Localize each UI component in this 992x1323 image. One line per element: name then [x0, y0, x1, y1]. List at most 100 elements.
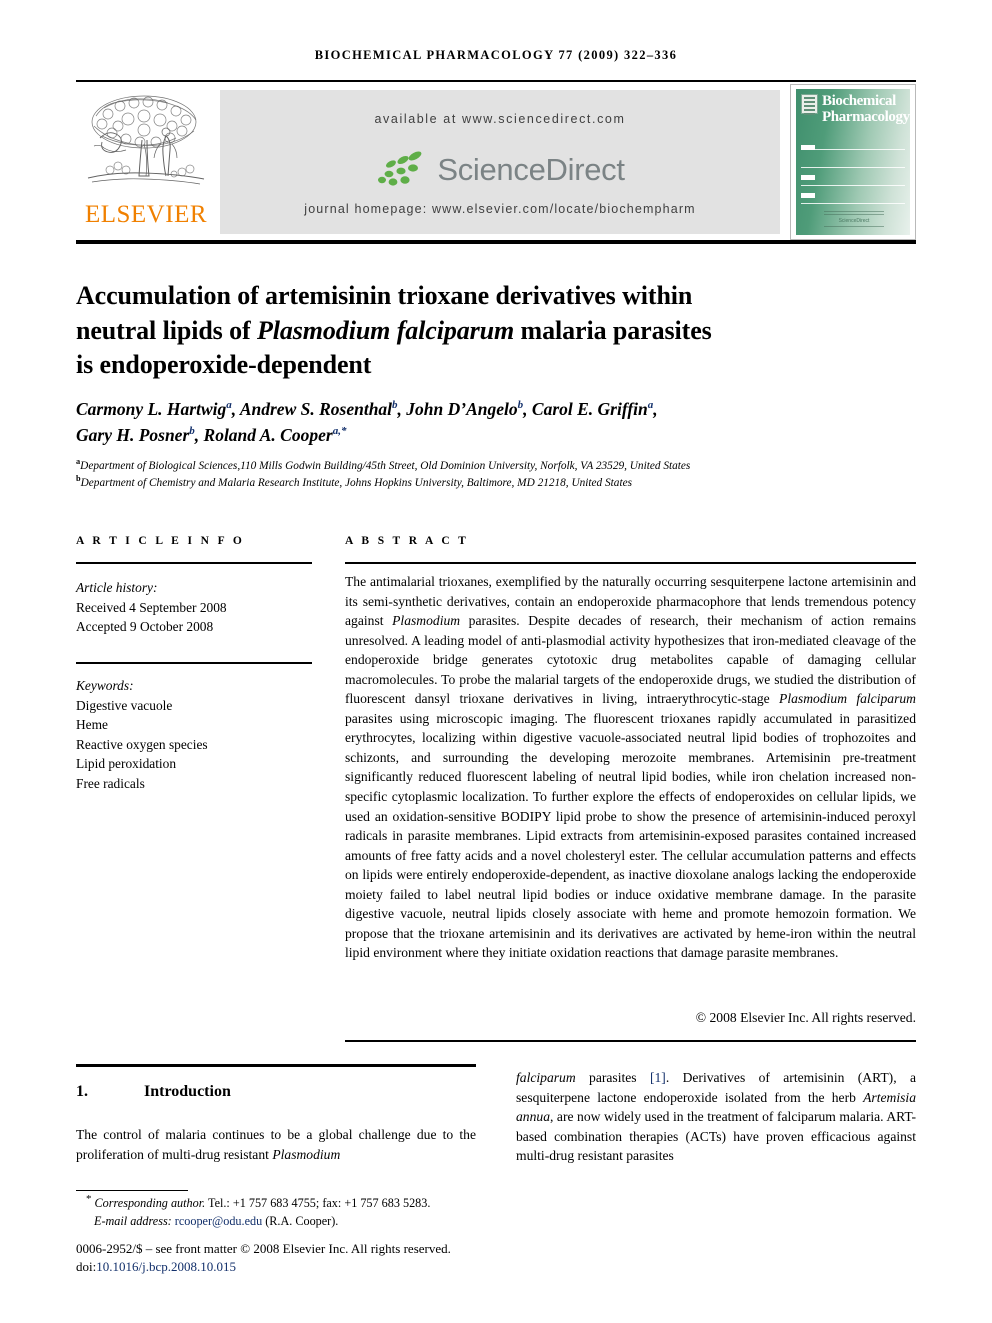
keywords-block: Keywords: Digestive vacuole Heme Reactiv…	[76, 676, 316, 794]
affiliation-item: bDepartment of Chemistry and Malaria Res…	[76, 474, 916, 492]
author-item: Carol E. Griffina,	[532, 399, 658, 419]
front-matter-block: 0006-2952/$ – see front matter © 2008 El…	[76, 1240, 536, 1276]
article-history-block: Article history: Received 4 September 20…	[76, 578, 316, 637]
footnote-rule	[76, 1190, 188, 1191]
footnote-star: *	[86, 1192, 92, 1205]
corresponding-author-contact: Tel.: +1 757 683 4755; fax: +1 757 683 5…	[205, 1196, 431, 1210]
elsevier-tree-icon	[87, 95, 205, 185]
affiliation-text: Department of Biological Sciences,110 Mi…	[80, 460, 691, 472]
article-history-label: Article history:	[76, 580, 158, 595]
author-name: Carol E. Griffin	[531, 399, 648, 419]
author-list: Carmony L. Hartwiga, Andrew S. Rosenthal…	[76, 396, 906, 448]
sciencedirect-wordmark: ScienceDirect	[437, 152, 625, 188]
copyright-line: © 2008 Elsevier Inc. All rights reserved…	[695, 1010, 916, 1025]
author-item: John D’Angelob,	[406, 399, 532, 419]
cover-rule-1	[801, 149, 905, 150]
affiliation-item: aDepartment of Biological Sciences,110 M…	[76, 458, 916, 475]
journal-masthead: ELSEVIER available at www.sciencedirect.…	[76, 84, 916, 240]
cover-rule-4	[801, 203, 905, 204]
author-name: Carmony L. Hartwig	[76, 399, 227, 419]
page-title: Accumulation of artemisinin trioxane der…	[76, 279, 876, 383]
author-affil-mark[interactable]: a,*	[333, 425, 347, 437]
issn-frontmatter: 0006-2952/$ – see front matter © 2008 El…	[76, 1241, 451, 1256]
journal-cover-thumbnail: Biochemical Pharmacology ScienceDirect	[790, 84, 916, 240]
corresponding-author-label: Corresponding author.	[94, 1196, 206, 1210]
cover-title-line2: Pharmacology	[822, 109, 910, 125]
article-info-heading: A R T I C L E I N F O	[76, 535, 245, 547]
footnote-line-2: E-mail address: rcooper@odu.edu (R.A. Co…	[76, 1213, 496, 1231]
title-line-2-b: malaria parasites	[514, 315, 712, 345]
email-address-label: E-mail address:	[94, 1213, 172, 1228]
intro-right-part-1: parasites	[575, 1070, 650, 1085]
doi-line: doi:10.1016/j.bcp.2008.10.015	[76, 1258, 536, 1276]
abstract-italic-1: Plasmodium	[392, 613, 461, 629]
affiliation-text: Department of Chemistry and Malaria Rese…	[80, 476, 633, 489]
author-sep: ,	[397, 399, 407, 419]
introduction-rule	[76, 1064, 476, 1067]
section-number: 1.	[76, 1083, 88, 1100]
abstract-heading: A B S T R A C T	[345, 535, 469, 547]
cover-tab-mark-2	[801, 175, 815, 180]
cover-sciencedirect-label: ScienceDirect	[838, 218, 870, 224]
author-sep: ,	[194, 425, 204, 445]
cover-publisher-badge	[801, 94, 818, 115]
intro-right-part-3: , are now widely used in the treatment o…	[516, 1109, 916, 1164]
received-date: Received 4 September 2008	[76, 599, 227, 615]
running-head: BIOCHEMICAL PHARMACOLOGY 77 (2009) 322–3…	[314, 48, 678, 62]
elsevier-logo: ELSEVIER	[76, 84, 216, 240]
body-column-left: The control of malaria continues to be a…	[76, 1125, 476, 1164]
affiliation-list: aDepartment of Biological Sciences,110 M…	[76, 458, 916, 491]
abstract-bottom-rule	[345, 1040, 916, 1042]
title-line-3: is endoperoxide-dependent	[76, 350, 372, 380]
email-owner: (R.A. Cooper).	[265, 1213, 339, 1228]
intro-left-italic-1: Plasmodium	[272, 1146, 341, 1162]
author-name: Andrew S. Rosenthal	[239, 399, 393, 419]
author-item: Andrew S. Rosenthalb,	[240, 399, 406, 419]
abstract-rule	[345, 562, 916, 564]
keywords-rule	[76, 662, 312, 664]
title-line-1: Accumulation of artemisinin trioxane der…	[76, 281, 693, 311]
cover-title: Biochemical Pharmacology	[822, 93, 910, 125]
reference-link-1[interactable]: [1]	[650, 1070, 666, 1085]
author-item: Roland A. Coopera,*	[204, 425, 347, 445]
article-info-rule	[76, 562, 312, 564]
author-sep: ,	[231, 399, 240, 419]
elsevier-wordmark: ELSEVIER	[84, 201, 208, 228]
cover-rule-2	[801, 167, 905, 168]
accepted-date: Accepted 9 October 2008	[76, 619, 214, 635]
corresponding-author-footnote: * Corresponding author. Tel.: +1 757 683…	[76, 1190, 496, 1230]
author-sep: ,	[523, 399, 532, 419]
masthead-top-rule	[76, 80, 916, 82]
masthead-bottom-rule	[76, 240, 916, 244]
cover-tab-mark-3	[801, 193, 815, 198]
abstract-text: The antimalarial trioxanes, exemplified …	[345, 572, 916, 963]
keyword-item: Lipid peroxidation	[76, 756, 177, 772]
title-line-2-italic: Plasmodium falciparum	[256, 315, 515, 345]
keyword-item: Heme	[76, 717, 108, 733]
abstract-italic-2: Plasmodium falciparum	[779, 691, 916, 707]
section-title: Introduction	[144, 1083, 231, 1100]
author-name: John D’Angelo	[406, 399, 518, 419]
keyword-item: Free radicals	[76, 775, 145, 791]
section-heading-introduction: 1. Introduction	[76, 1083, 476, 1101]
title-line-2-a: neutral lipids of	[76, 315, 257, 345]
doi-label: doi:	[76, 1259, 97, 1274]
sciencedirect-band: available at www.sciencedirect.com Scien…	[220, 90, 780, 234]
author-sep: ,	[653, 399, 658, 419]
author-name: Gary H. Posner	[76, 425, 190, 445]
cover-artwork: Biochemical Pharmacology ScienceDirect	[796, 89, 910, 235]
journal-homepage-text[interactable]: journal homepage: www.elsevier.com/locat…	[220, 202, 780, 216]
sciencedirect-dots-icon	[378, 151, 422, 186]
email-link[interactable]: rcooper@odu.edu	[175, 1214, 262, 1228]
doi-link[interactable]: 10.1016/j.bcp.2008.10.015	[96, 1259, 236, 1274]
cover-footer: ScienceDirect	[818, 209, 890, 229]
cover-rule-3	[801, 185, 905, 186]
cover-title-line1: Biochemical	[822, 93, 896, 109]
body-column-right: falciparum parasites [1]. Derivatives of…	[516, 1068, 916, 1166]
keyword-item: Reactive oxygen species	[76, 736, 208, 752]
intro-right-italic-1: falciparum	[516, 1070, 576, 1085]
abstract-part-3: parasites using microscopic imaging. The…	[345, 710, 916, 961]
footnote-line-1: * Corresponding author. Tel.: +1 757 683…	[76, 1192, 496, 1213]
author-item: Gary H. Posnerb,	[76, 425, 204, 445]
sciencedirect-logo[interactable]: ScienceDirect	[220, 148, 780, 192]
